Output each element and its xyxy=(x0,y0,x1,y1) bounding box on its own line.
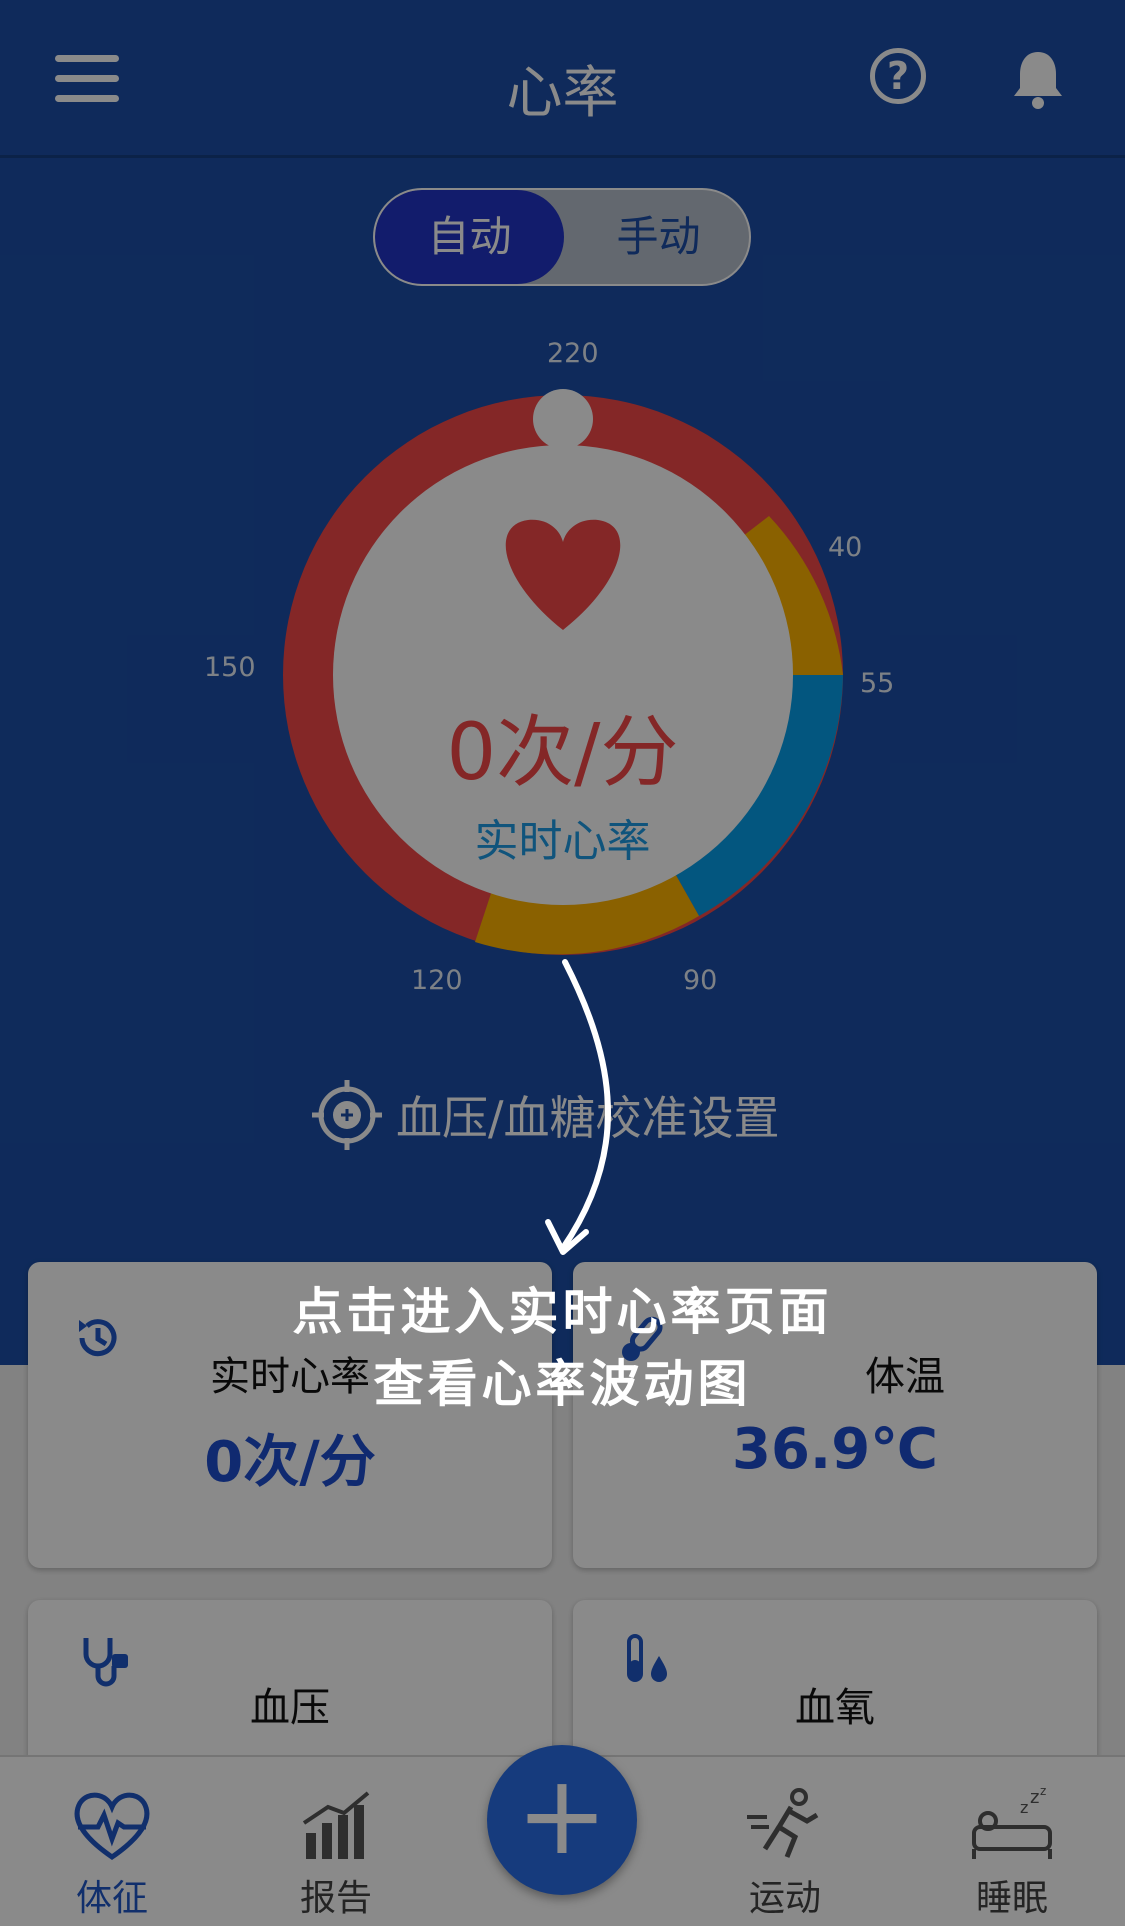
guide-arrow-icon xyxy=(545,959,611,1255)
guide-text-line2: 查看心率波动图 xyxy=(373,1355,752,1413)
tutorial-overlay[interactable]: 点击进入实时心率页面 查看心率波动图 xyxy=(0,0,1125,1926)
guide-text-line1: 点击进入实时心率页面 xyxy=(292,1283,833,1341)
